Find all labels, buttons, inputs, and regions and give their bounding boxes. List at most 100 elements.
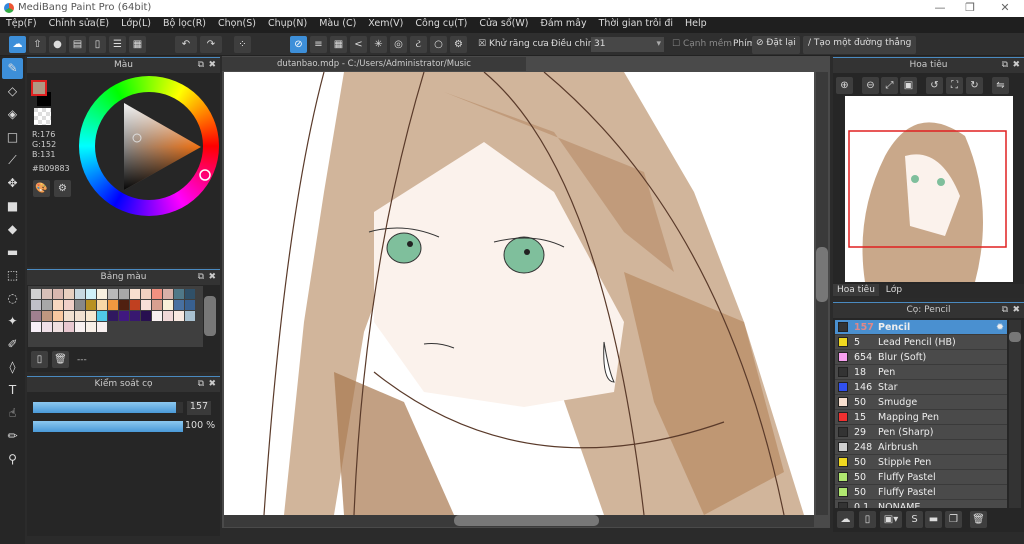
close-button[interactable]: ✕	[990, 1, 1020, 14]
menu-timelapse[interactable]: Thời gian trôi đi	[593, 17, 679, 33]
gradient-icon[interactable]: ▬	[2, 242, 23, 263]
select-rect-icon[interactable]: ⬚	[2, 265, 23, 286]
page-icon[interactable]: ▯	[89, 36, 106, 53]
palette-swatch[interactable]	[163, 311, 173, 321]
brush-item[interactable]: 50 Stipple Pen	[835, 455, 1007, 470]
close-panel-icon[interactable]: ✖	[208, 377, 216, 392]
message-icon[interactable]: ▤	[69, 36, 86, 53]
navigator-preview[interactable]	[845, 96, 1013, 282]
palette-swatch[interactable]	[185, 289, 195, 299]
palette-swatch[interactable]	[64, 322, 74, 332]
delete-palette-icon[interactable]: 🗑	[52, 351, 69, 368]
palette-swatch[interactable]	[119, 300, 129, 310]
palette-swatch[interactable]	[141, 300, 151, 310]
duplicate-icon[interactable]: ❐	[945, 511, 962, 528]
radial-snap-icon[interactable]: ✳	[370, 36, 387, 53]
palette-swatch[interactable]	[97, 311, 107, 321]
brush-tool-icon[interactable]: ✎	[2, 58, 23, 79]
undock-icon[interactable]: ⧉	[198, 58, 204, 73]
operation-tool-icon[interactable]: ☝	[2, 403, 23, 424]
palette-swatch[interactable]	[31, 311, 41, 321]
parallel-snap-icon[interactable]: ≡	[310, 36, 327, 53]
undock-icon[interactable]: ⧉	[198, 377, 204, 392]
brush-item[interactable]: 15 Mapping Pen	[835, 410, 1007, 425]
comment-icon[interactable]: ●	[49, 36, 66, 53]
delete-brush-icon[interactable]: 🗑	[970, 511, 987, 528]
soft-edge-checkbox[interactable]: ☐ Cạnh mềm	[672, 39, 732, 49]
menu-help[interactable]: Help	[679, 17, 713, 33]
undock-icon[interactable]: ⧉	[1002, 58, 1008, 73]
pen-tool-icon[interactable]: ⟋	[2, 150, 23, 171]
palette-swatch[interactable]	[97, 289, 107, 299]
undock-icon[interactable]: ⧉	[198, 270, 204, 285]
palette-swatch[interactable]	[152, 311, 162, 321]
palette-swatch[interactable]	[152, 289, 162, 299]
close-panel-icon[interactable]: ✖	[208, 270, 216, 285]
snap-settings-icon[interactable]: ⚙	[450, 36, 467, 53]
saturation-triangle[interactable]	[79, 76, 219, 216]
foreground-color-swatch[interactable]	[31, 80, 47, 96]
fullscreen-icon[interactable]: ⛶	[946, 77, 963, 94]
palette-swatch[interactable]	[75, 311, 85, 321]
palette-swatch[interactable]	[86, 311, 96, 321]
menu-snap[interactable]: Chụp(N)	[262, 17, 313, 33]
antialias-checkbox[interactable]: ☒ Khử răng cưa	[478, 39, 549, 49]
snap-off-icon[interactable]: ⊘	[290, 36, 307, 53]
tab-navigator[interactable]: Hoa tiêu	[833, 284, 879, 296]
brush-item[interactable]: 50 Smudge	[835, 395, 1007, 410]
menu-cloud[interactable]: Đám mây	[534, 17, 592, 33]
undo-icon[interactable]: ↶	[175, 36, 197, 53]
brush-item[interactable]: 157 Pencil ✹	[835, 320, 1007, 335]
eraser-tool-icon[interactable]: ◇	[2, 81, 23, 102]
straight-line-button[interactable]: / Tạo một đường thẳng	[803, 36, 917, 54]
palette-swatch[interactable]	[141, 311, 151, 321]
cloud-download-icon[interactable]: ☁	[837, 511, 854, 528]
undock-icon[interactable]: ⧉	[1002, 303, 1008, 318]
share-icon[interactable]: ⇧	[29, 36, 46, 53]
menu-tools[interactable]: Công cụ(T)	[409, 17, 473, 33]
vertical-scrollbar[interactable]	[816, 72, 828, 515]
palette-swatch[interactable]	[185, 300, 195, 310]
zoom-out-icon[interactable]: ⊖	[862, 77, 879, 94]
loading-icon[interactable]: ⁘	[234, 36, 251, 53]
palette-swatch[interactable]	[86, 300, 96, 310]
select-pen-icon[interactable]: ✐	[2, 334, 23, 355]
grid-settings-icon[interactable]: ▦	[129, 36, 146, 53]
dot-eraser-icon[interactable]: ◈	[2, 104, 23, 125]
brush-item[interactable]: 654 Blur (Soft)	[835, 350, 1007, 365]
horizontal-scrollbar[interactable]	[224, 515, 814, 527]
palette-swatch[interactable]	[174, 300, 184, 310]
palette-swatch[interactable]	[31, 322, 41, 332]
palette-swatch[interactable]	[86, 289, 96, 299]
brush-settings-icon[interactable]: ✹	[996, 322, 1004, 333]
redo-icon[interactable]: ↷	[200, 36, 222, 53]
brush-opacity-slider[interactable]	[33, 421, 183, 432]
palette-swatch[interactable]	[75, 289, 85, 299]
palette-swatch[interactable]	[42, 311, 52, 321]
palette-swatch[interactable]	[152, 300, 162, 310]
palette-swatch[interactable]	[53, 311, 63, 321]
palette-swatch[interactable]	[163, 300, 173, 310]
transparent-color-swatch[interactable]	[34, 108, 51, 125]
select-eraser-icon[interactable]: ◊	[2, 357, 23, 378]
brush-item[interactable]: 5 Lead Pencil (HB)	[835, 335, 1007, 350]
close-panel-icon[interactable]: ✖	[208, 58, 216, 73]
eyedropper-icon[interactable]: ⚲	[2, 449, 23, 470]
palette-swatch[interactable]	[64, 311, 74, 321]
tab-layer[interactable]: Lớp	[882, 284, 906, 296]
bucket-icon[interactable]: ◆	[2, 219, 23, 240]
palette-swatch[interactable]	[119, 311, 129, 321]
palette-swatch[interactable]	[130, 300, 140, 310]
ellipse-snap-icon[interactable]: ○	[430, 36, 447, 53]
add-brush-menu-icon[interactable]: ▣▾	[880, 511, 902, 528]
palette-swatch[interactable]	[75, 322, 85, 332]
palette-swatch[interactable]	[53, 300, 63, 310]
magic-wand-icon[interactable]: ✦	[2, 311, 23, 332]
palette-swatch[interactable]	[141, 289, 151, 299]
palette-settings-icon[interactable]: ⚙	[54, 180, 71, 197]
palette-swatch[interactable]	[53, 289, 63, 299]
brush-size-value[interactable]: 157	[187, 401, 211, 415]
palette-swatch[interactable]	[108, 311, 118, 321]
brush-item[interactable]: 146 Star	[835, 380, 1007, 395]
palette-swatch[interactable]	[42, 322, 52, 332]
